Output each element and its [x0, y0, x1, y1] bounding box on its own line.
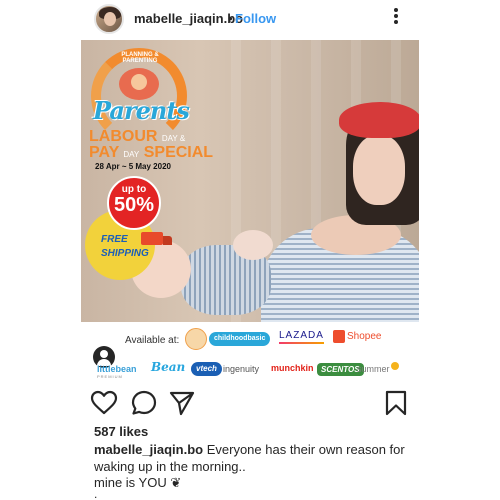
avatar[interactable] [94, 4, 124, 34]
sponsor-strip: Available at: childhoodbasic LAZADA Shop… [81, 322, 419, 384]
available-at-label: Available at: [125, 335, 180, 346]
promo-arc-text: PLANNING & PARENTING [121, 52, 159, 64]
truck-icon [141, 232, 163, 245]
comment-icon[interactable] [130, 389, 158, 417]
shopee-logo: Shopee [347, 331, 382, 342]
separator-dot: • [228, 11, 233, 26]
hand-logo-icon [185, 328, 207, 350]
caption-username[interactable]: mabelle_jiaqin.bo [94, 442, 203, 457]
childhoodbasic-logo: childhoodbasic [209, 332, 271, 346]
promo-brand: Parents [93, 96, 190, 125]
follow-button[interactable]: Follow [235, 11, 276, 26]
littlebean-logo: littlebean PREMIUM [97, 364, 137, 379]
lazada-logo: LAZADA [279, 330, 324, 344]
caption-line-3: . [94, 487, 98, 500]
action-bar [90, 389, 410, 417]
shopee-bag-icon [333, 330, 345, 343]
username-link[interactable]: mabelle_jiaqin.bo [134, 11, 243, 26]
heart-icon[interactable] [90, 389, 118, 417]
promo-line-2: PAY DAY SPECIAL [89, 144, 214, 161]
munchkin-logo: munchkin [271, 363, 314, 373]
caption-line-2: mine is YOU ❦ [94, 475, 182, 490]
more-options-icon[interactable] [386, 6, 406, 28]
red-beret [339, 102, 419, 138]
promo-dates: 28 Apr ~ 5 May 2020 [95, 162, 171, 171]
likes-count[interactable]: 587 likes [94, 424, 148, 439]
caption: mabelle_jiaqin.bo Everyone has their own… [94, 441, 414, 475]
discount-badge: up to 50% [107, 176, 161, 230]
vtech-logo: vtech [191, 362, 222, 376]
summer-flower-icon [391, 362, 399, 370]
send-icon[interactable] [168, 389, 196, 417]
bookmark-icon[interactable] [382, 389, 410, 417]
bean-logo: Bean [151, 360, 186, 374]
summer-logo: summer [357, 364, 390, 374]
post-header: mabelle_jiaqin.bo • Follow [0, 0, 500, 38]
ingenuity-logo: ingenuity [223, 364, 260, 374]
post-image[interactable]: PLANNING & PARENTING Parents LABOUR DAY … [81, 40, 419, 322]
